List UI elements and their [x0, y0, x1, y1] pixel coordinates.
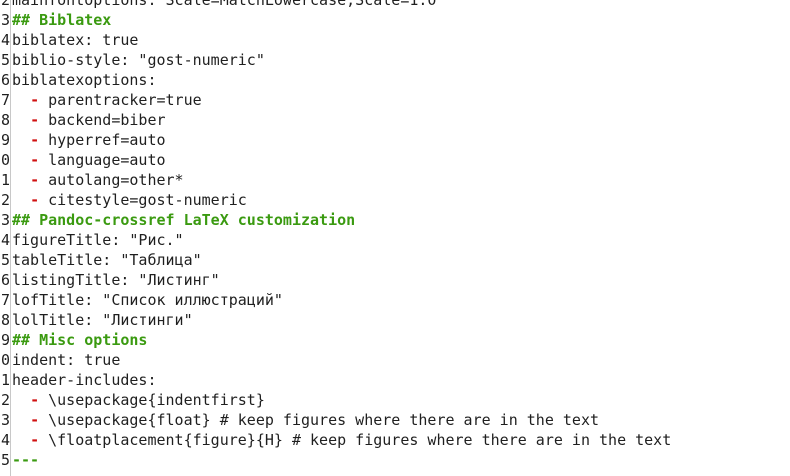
yaml-line-text: biblio-style: "gost-numeric"	[12, 51, 265, 69]
line-number: 9	[0, 131, 10, 149]
list-item-text: language=auto	[39, 151, 166, 169]
list-bullet-dash: -	[30, 191, 40, 209]
code-line: ## Pandoc-crossref LaTeX customization	[12, 210, 790, 230]
line-number: 8	[0, 111, 10, 129]
list-indent	[12, 171, 30, 189]
yaml-line-text: tableTitle: "Таблица"	[12, 251, 202, 269]
list-item-text: \usepackage{float} # keep figures where …	[39, 411, 600, 429]
markdown-heading: ## Pandoc-crossref LaTeX customization	[12, 211, 356, 229]
list-bullet-dash: -	[30, 431, 40, 449]
list-indent	[12, 91, 30, 109]
yaml-line-text: lofTitle: "Список иллюстраций"	[12, 291, 283, 309]
code-line: - \usepackage{float} # keep figures wher…	[12, 410, 790, 430]
code-line: biblatexoptions:	[12, 70, 790, 90]
code-line: header-includes:	[12, 370, 790, 390]
list-item-text: \usepackage{indentfirst}	[39, 391, 265, 409]
list-indent	[12, 431, 30, 449]
code-line: listingTitle: "Листинг"	[12, 270, 790, 290]
code-line: - autolang=other*	[12, 170, 790, 190]
list-indent	[12, 191, 30, 209]
code-line: - citestyle=gost-numeric	[12, 190, 790, 210]
list-bullet-dash: -	[30, 91, 40, 109]
list-item-text: autolang=other*	[39, 171, 184, 189]
line-number: 4	[0, 31, 10, 49]
line-number: 7	[0, 91, 10, 109]
yaml-fence: ---	[12, 451, 40, 469]
code-line: figureTitle: "Рис."	[12, 230, 790, 250]
line-number: 9	[0, 331, 10, 349]
line-number: 4	[0, 431, 10, 449]
code-line: biblatex: true	[12, 30, 790, 50]
code-line: - parentracker=true	[12, 90, 790, 110]
line-number: 5	[0, 451, 10, 469]
yaml-line-text: mainfontoptions: Scale=MatchLowercase,Sc…	[12, 0, 437, 9]
code-line: lofTitle: "Список иллюстраций"	[12, 290, 790, 310]
line-number: 2	[0, 0, 10, 9]
list-bullet-dash: -	[30, 171, 40, 189]
list-bullet-dash: -	[30, 111, 40, 129]
yaml-line-text: header-includes:	[12, 371, 157, 389]
line-number: 1	[0, 371, 10, 389]
markdown-heading: ## Biblatex	[12, 11, 112, 29]
code-line: mainfontoptions: Scale=MatchLowercase,Sc…	[12, 0, 790, 10]
line-number: 0	[0, 151, 10, 169]
yaml-line-text: indent: true	[12, 351, 121, 369]
code-line: - \floatplacement{figure}{H} # keep figu…	[12, 430, 790, 450]
code-line: biblio-style: "gost-numeric"	[12, 50, 790, 70]
list-indent	[12, 391, 30, 409]
yaml-line-text: biblatexoptions:	[12, 71, 157, 89]
list-item-text: parentracker=true	[39, 91, 202, 109]
line-number: 0	[0, 351, 10, 369]
code-editor[interactable]: 2 3 4 5 6 7 8 9 0 1 2 3 4 5 6 7 8 9 0 1 2 3 4 5 mainfontoptions…	[0, 0, 790, 476]
line-number: 3	[0, 411, 10, 429]
list-bullet-dash: -	[30, 131, 40, 149]
list-indent	[12, 131, 30, 149]
line-number: 2	[0, 191, 10, 209]
list-indent	[12, 151, 30, 169]
line-number: 3	[0, 211, 10, 229]
list-bullet-dash: -	[30, 391, 40, 409]
line-number: 6	[0, 271, 10, 289]
list-item-text: \floatplacement{figure}{H} # keep figure…	[39, 431, 672, 449]
line-number-gutter: 2 3 4 5 6 7 8 9 0 1 2 3 4 5 6 7 8 9 0 1 2 3 4 5	[0, 0, 10, 476]
list-indent	[12, 411, 30, 429]
code-line: - \usepackage{indentfirst}	[12, 390, 790, 410]
yaml-line-text: biblatex: true	[12, 31, 139, 49]
markdown-heading: ## Misc options	[12, 331, 148, 349]
list-item-text: hyperref=auto	[39, 131, 166, 149]
code-line: - language=auto	[12, 150, 790, 170]
line-number: 7	[0, 291, 10, 309]
line-number: 5	[0, 51, 10, 69]
code-line: ---	[12, 450, 790, 470]
code-line: ## Biblatex	[12, 10, 790, 30]
code-line: ## Misc options	[12, 330, 790, 350]
line-number: 8	[0, 311, 10, 329]
code-line: indent: true	[12, 350, 790, 370]
line-number: 3	[0, 11, 10, 29]
list-indent	[12, 111, 30, 129]
line-number: 5	[0, 251, 10, 269]
line-number: 2	[0, 391, 10, 409]
line-number: 4	[0, 231, 10, 249]
list-bullet-dash: -	[30, 411, 40, 429]
yaml-line-text: figureTitle: "Рис."	[12, 231, 184, 249]
editor-text-area[interactable]: mainfontoptions: Scale=MatchLowercase,Sc…	[12, 0, 790, 470]
list-bullet-dash: -	[30, 151, 40, 169]
yaml-line-text: listingTitle: "Листинг"	[12, 271, 220, 289]
code-line: - backend=biber	[12, 110, 790, 130]
yaml-line-text: lolTitle: "Листинги"	[12, 311, 193, 329]
gutter-separator	[10, 0, 11, 476]
code-line: lolTitle: "Листинги"	[12, 310, 790, 330]
line-number: 6	[0, 71, 10, 89]
list-item-text: backend=biber	[39, 111, 166, 129]
code-line: tableTitle: "Таблица"	[12, 250, 790, 270]
list-item-text: citestyle=gost-numeric	[39, 191, 247, 209]
code-line: - hyperref=auto	[12, 130, 790, 150]
line-number: 1	[0, 171, 10, 189]
